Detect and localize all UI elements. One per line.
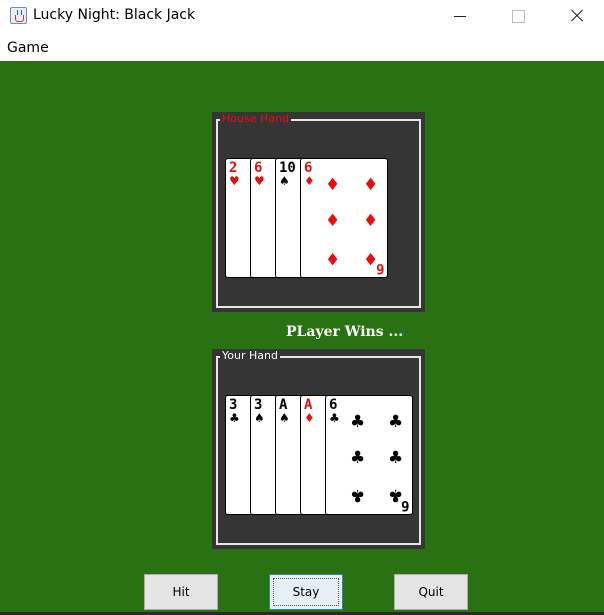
clubs-icon: ♣ xyxy=(329,411,340,425)
diamonds-pip-icon: ♦ xyxy=(363,175,379,195)
clubs-pip-icon: ♣ xyxy=(388,448,404,468)
menu-bar: Game xyxy=(0,33,604,59)
house-hand-panel: House Hand 2♥♥♥26♥♥♥♥♥♥♥610♠♠♠♠♠♠♠♠♠♠♠10… xyxy=(212,112,425,312)
window-title: Lucky Night: Black Jack xyxy=(33,7,196,23)
house-hand-label: House Hand xyxy=(220,112,291,126)
spades-icon: ♠ xyxy=(254,411,265,425)
game-table: House Hand 2♥♥♥26♥♥♥♥♥♥♥610♠♠♠♠♠♠♠♠♠♠♠10… xyxy=(0,61,604,612)
card-rank-corner: 6 xyxy=(400,497,409,513)
spades-icon: ♠ xyxy=(279,411,290,425)
diamonds-pip-icon: ♦ xyxy=(325,211,341,231)
diamonds-pip-icon: ♦ xyxy=(363,211,379,231)
clubs-pip-icon: ♣ xyxy=(350,485,366,505)
maximize-button[interactable] xyxy=(495,0,541,33)
title-bar: Lucky Night: Black Jack xyxy=(0,0,604,33)
clubs-pip-icon: ♣ xyxy=(388,412,404,432)
card-rank: A xyxy=(304,397,313,413)
card-rank: 6 xyxy=(329,397,338,413)
player-hand-label: Your Hand xyxy=(220,349,280,363)
java-cup-icon xyxy=(10,7,27,24)
quit-button[interactable]: Quit xyxy=(394,574,468,610)
card-rank-corner: 6 xyxy=(375,260,384,276)
card-rank: 10 xyxy=(279,160,296,176)
house-card-4: 6 ♦ ♦ ♦ ♦ ♦ ♦ ♦ 6 xyxy=(300,158,388,278)
diamonds-pip-icon: ♦ xyxy=(325,175,341,195)
card-rank: 3 xyxy=(254,397,263,413)
minimize-button[interactable] xyxy=(438,0,484,33)
card-rank: 2 xyxy=(229,160,238,176)
stay-button-label: Stay xyxy=(292,585,320,599)
card-rank: 6 xyxy=(254,160,263,176)
player-card-5: 6 ♣ ♣ ♣ ♣ ♣ ♣ ♣ 6 xyxy=(325,395,413,515)
spades-icon: ♠ xyxy=(279,174,290,188)
card-rank: 6 xyxy=(304,160,313,176)
maximize-icon xyxy=(512,10,525,23)
game-status: PLayer Wins ... xyxy=(286,324,404,340)
clubs-pip-icon: ♣ xyxy=(350,412,366,432)
diamonds-pip-icon: ♦ xyxy=(325,248,341,268)
hearts-icon: ♥ xyxy=(229,174,240,188)
menu-game[interactable]: Game xyxy=(7,40,49,56)
diamonds-icon: ♦ xyxy=(304,411,315,425)
diamonds-icon: ♦ xyxy=(304,174,315,188)
stay-button[interactable]: Stay xyxy=(269,574,343,610)
close-button[interactable] xyxy=(552,0,598,33)
hearts-icon: ♥ xyxy=(254,174,265,188)
clubs-icon: ♣ xyxy=(229,411,240,425)
card-rank: 3 xyxy=(229,397,238,413)
card-rank: A xyxy=(279,397,288,413)
hit-button[interactable]: Hit xyxy=(144,574,218,610)
clubs-pip-icon: ♣ xyxy=(350,448,366,468)
minimize-icon xyxy=(454,16,466,17)
player-hand-panel: Your Hand 3♣♣♣♣33♠♠♠♠3A♠♠AA♦♦A6♣♣♣♣♣♣♣6 xyxy=(212,349,425,549)
